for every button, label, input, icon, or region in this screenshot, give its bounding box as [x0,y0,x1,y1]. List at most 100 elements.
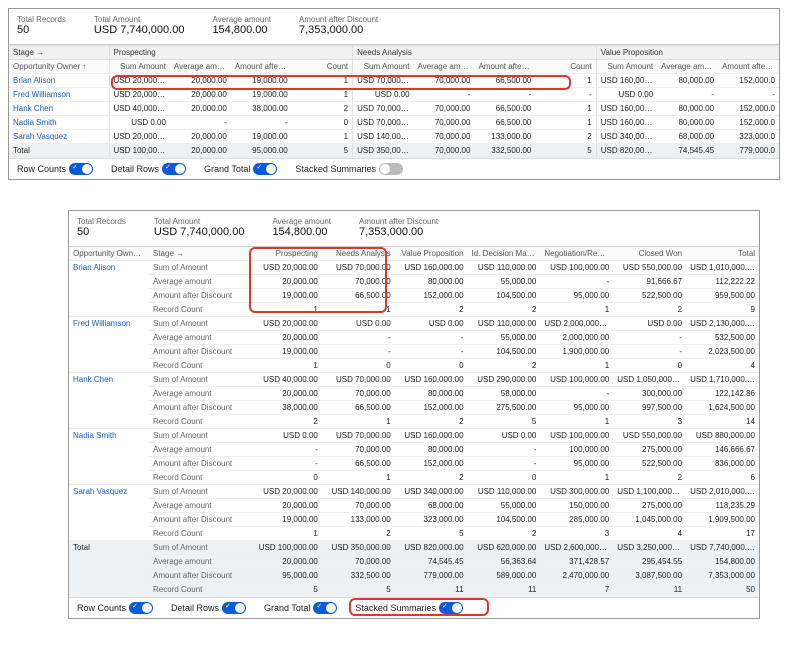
stacked-summaries-toggle-off[interactable]: Stacked Summaries [295,163,403,175]
metric-label: Amount after Discount [149,457,249,471]
table-row: Amount after Discount38,000.0066,500.001… [69,401,759,415]
cell: - [613,345,686,359]
cell: 56,363.64 [468,555,541,569]
stage-needs-analysis[interactable]: Needs Analysis [353,46,597,60]
cell: 70,000.00 [322,275,395,289]
owner-link[interactable]: Brian Alison [9,74,109,88]
owner-link[interactable]: Fred Williamson [9,88,109,102]
cell: 7 [540,583,613,597]
owner-header[interactable]: Opportunity Owner ↑ [69,247,149,261]
owner-link[interactable]: Sarah Vasquez [9,130,109,144]
cell: USD 110,000.00 [468,485,541,499]
cell: 112,222.22 [686,275,759,289]
cell: 0 [395,359,468,373]
cell: - [414,88,475,102]
cell: 5 [395,527,468,541]
cell: 19,000.00 [231,88,292,102]
detail-rows-toggle[interactable]: Detail Rows✓ [111,163,186,175]
cell: USD 0.00 [353,88,414,102]
cell: 1 [535,102,596,116]
table-row: Sarah VasquezSum of AmountUSD 20,000.00U… [69,485,759,499]
cell: 2,023,500.00 [686,345,759,359]
cell: 3 [613,415,686,429]
cell: USD 2,130,000.00 [686,317,759,331]
stage-prospecting[interactable]: Prospecting [109,46,353,60]
cell: USD 20,000.00 [109,88,170,102]
cell: 70,000.00 [414,102,475,116]
cell: USD 0.00 [109,116,170,130]
cell: 95,000.00 [540,401,613,415]
cell: 55,000.00 [468,275,541,289]
cell: 66,500.00 [474,116,535,130]
table-row[interactable]: Brian AlisonUSD 20,000.0020,000.0019,000… [9,74,779,88]
cell: 66,500.00 [322,457,395,471]
cell: USD 0.00 [395,317,468,331]
table-row: Amount after Discount19,000.00133,000.00… [69,513,759,527]
stage-value-proposition[interactable]: Value Proposition [596,46,779,60]
cell: - [249,457,322,471]
metric-label: Record Count [149,359,249,373]
row-counts-toggle[interactable]: Row Counts✓ [17,163,93,175]
cell: 1 [292,130,353,144]
cell: 152,000.00 [395,289,468,303]
table-row[interactable]: Nadia SmithUSD 0.00--0USD 70,000.0070,00… [9,116,779,130]
detail-rows-toggle[interactable]: Detail Rows✓ [171,602,246,614]
cell: 74,545.45 [395,555,468,569]
table-row: Average amount20,000.0070,000.0074,545.4… [69,555,759,569]
grand-total-toggle[interactable]: Grand Total✓ [204,163,277,175]
table-row[interactable]: Hank ChenUSD 40,000.0020,000.0038,000.00… [9,102,779,116]
avg-amount-label: Average amount [212,15,271,24]
cell: 58,000.00 [468,387,541,401]
cell: 836,000.00 [686,457,759,471]
row-counts-toggle[interactable]: Row Counts✓ [77,602,153,614]
cell: 20,000.00 [170,102,231,116]
owner-header[interactable]: Opportunity Owner ↑ [9,60,109,74]
table-row[interactable]: Sarah VasquezUSD 20,000.0020,000.0019,00… [9,130,779,144]
cell: USD 20,000.00 [249,261,322,275]
owner-link[interactable]: Brian Alison [69,261,149,317]
table-row[interactable]: Fred WilliamsonUSD 20,000.0020,000.0019,… [9,88,779,102]
cell: 104,500.00 [468,513,541,527]
cell: USD 1,710,000.00 [686,373,759,387]
metric-label: Sum of Amount [149,373,249,387]
cell: USD 0.00 [249,429,322,443]
owner-link[interactable]: Nadia Smith [69,429,149,485]
cell: 2 [395,415,468,429]
cell: 2 [395,471,468,485]
cell: 55,000.00 [468,331,541,345]
summary-bar: Total Records50 Total AmountUSD 7,740,00… [9,9,779,45]
cell: USD 20,000.00 [249,485,322,499]
cell: 2,000,000.00 [540,331,613,345]
cell: 100,000.00 [540,443,613,457]
cell: 95,000.00 [540,457,613,471]
cell: 2 [468,303,541,317]
cell: 80,000.00 [395,443,468,457]
cell: 104,500.00 [468,289,541,303]
table-row: Average amount20,000.0070,000.0080,000.0… [69,275,759,289]
grand-total-toggle[interactable]: Grand Total✓ [264,602,337,614]
cell: 66,500.00 [474,74,535,88]
cell: 2 [613,303,686,317]
cell: 1,624,500.00 [686,401,759,415]
cell: 522,500.00 [613,457,686,471]
owner-link[interactable]: Fred Williamson [69,317,149,373]
owner-link[interactable]: Nadia Smith [9,116,109,130]
cell: 70,000.00 [414,130,475,144]
total-records-label: Total Records [17,15,66,24]
cell: USD 340,000.00 [395,485,468,499]
stage-header[interactable]: Stage → [149,247,249,261]
owner-link[interactable]: Hank Chen [9,102,109,116]
cell: USD 0.00 [613,317,686,331]
cell: USD 100,000.00 [540,429,613,443]
stage-header[interactable]: Stage → [9,46,109,60]
cell: USD 550,000.00 [613,429,686,443]
metric-label: Record Count [149,527,249,541]
owner-link[interactable]: Sarah Vasquez [69,485,149,541]
cell: 2 [322,527,395,541]
cell: 80,000.00 [657,102,718,116]
owner-link[interactable]: Hank Chen [69,373,149,429]
stacked-summaries-toggle-on[interactable]: Stacked Summaries✓ [355,602,463,614]
cell: USD 1,100,000.00 [613,485,686,499]
cell: - [249,443,322,457]
cell: 997,500.00 [613,401,686,415]
